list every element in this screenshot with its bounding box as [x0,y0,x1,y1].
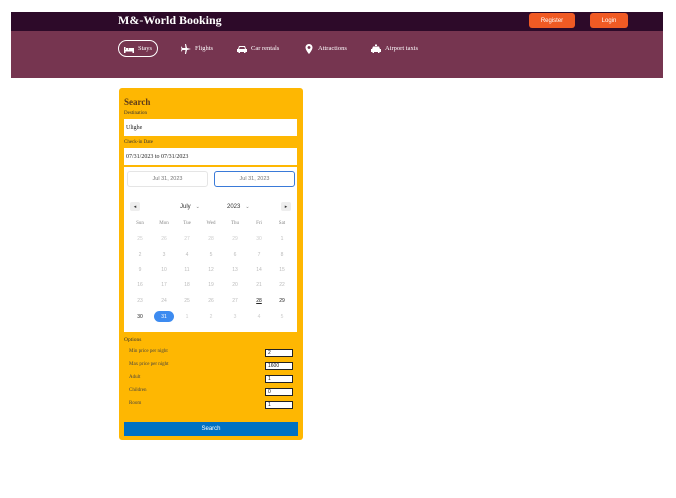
nav-item-label: Car rentals [251,45,280,52]
car-icon [237,45,247,53]
year-select[interactable]: 2023 ⌄ [227,202,250,211]
end-date-tab[interactable]: Jul 31, 2023 [214,171,295,187]
calendar-day[interactable]: 22 [272,279,292,290]
children-label: Children [129,388,147,393]
prev-month-button[interactable]: ◂ [130,202,140,211]
brand-logo[interactable]: M&-World Booking [118,13,222,28]
calendar-day[interactable]: 19 [201,279,221,290]
calendar-day[interactable]: 20 [225,279,245,290]
calendar-day[interactable]: 25 [177,295,197,306]
taxi-icon [371,44,381,53]
calendar-day[interactable]: 18 [177,279,197,290]
weekday-label: Fri [256,221,262,226]
start-date-tab[interactable]: Jul 31, 2023 [127,171,208,187]
calendar-day[interactable]: 7 [249,249,269,260]
calendar-day[interactable]: 15 [272,264,292,275]
adult-label: Adult [129,375,141,380]
top-bar: M&-World Booking Register Login [11,12,663,31]
login-button[interactable]: Login [590,13,628,28]
weekday-label: Sun [136,221,144,226]
nav-item-stays[interactable]: Stays [118,40,159,57]
calendar-day[interactable]: 9 [130,264,150,275]
calendar-day[interactable]: 11 [177,264,197,275]
calendar-day[interactable]: 29 [225,233,245,244]
chevron-down-icon: ⌄ [245,203,250,210]
children-input[interactable]: 0 [265,388,293,396]
chevron-down-icon: ⌄ [195,203,200,210]
room-label: Room [129,401,142,406]
register-button[interactable]: Register [529,13,575,28]
nav-item-label: Stays [138,45,153,52]
calendar-day[interactable]: 10 [154,264,174,275]
nav-item-airport-taxis[interactable]: Airport taxis [371,40,418,57]
calendar-day[interactable]: 26 [154,233,174,244]
weekday-label: Thu [230,221,240,226]
nav-item-label: Flights [195,45,214,52]
nav-item-car-rentals[interactable]: Car rentals [237,40,279,57]
calendar-day[interactable]: 27 [177,233,197,244]
min-price-input[interactable]: 2 [265,349,293,357]
calendar-day[interactable]: 4 [249,311,269,322]
calendar-day[interactable]: 26 [201,295,221,306]
min-price-label: Min price per night [129,349,168,354]
calendar-day[interactable]: 28 [249,295,269,306]
weekday-label: Sat [278,221,286,226]
calendar-day[interactable]: 24 [154,295,174,306]
destination-label: Destination [124,111,148,116]
calendar-day[interactable]: 23 [130,295,150,306]
destination-input[interactable]: Ulighe [124,119,297,136]
calendar-day[interactable]: 21 [249,279,269,290]
calendar-day[interactable]: 12 [201,264,221,275]
calendar-day[interactable]: 8 [272,249,292,260]
calendar-day[interactable]: 31 [154,311,174,322]
calendar-day[interactable]: 5 [272,311,292,322]
calendar-day[interactable]: 6 [225,249,245,260]
calendar-day[interactable]: 3 [154,249,174,260]
max-price-input[interactable]: 1600 [265,362,293,370]
search-panel: Search Destination Ulighe Check-in Date … [119,88,303,440]
nav-item-label: Airport taxis [385,45,419,52]
max-price-label: Max price per night [129,362,169,367]
calendar-day[interactable]: 13 [225,264,245,275]
calendar-day[interactable]: 30 [249,233,269,244]
calendar-day[interactable]: 1 [272,233,292,244]
weekday-label: Wed [206,221,216,226]
weekday-label: Tue [183,221,191,226]
pin-icon [305,43,313,54]
calendar-day[interactable]: 16 [130,279,150,290]
month-value: July [180,203,191,210]
options-title: Options [124,337,142,343]
calendar-day[interactable]: 1 [177,311,197,322]
year-value: 2023 [227,203,241,210]
date-picker: Jul 31, 2023 Jul 31, 2023 ◂ July ⌄ 2023 ⌄ … [124,167,297,332]
room-input[interactable]: 1 [265,401,293,409]
nav-item-attractions[interactable]: Attractions [304,40,347,57]
weekday-label: Mon [159,221,169,226]
search-button[interactable]: Search [124,422,298,436]
calendar-day[interactable]: 25 [130,233,150,244]
calendar-day[interactable]: 2 [201,311,221,322]
calendar-day[interactable]: 2 [130,249,150,260]
calendar-day[interactable]: 30 [130,311,150,322]
calendar-day[interactable]: 14 [249,264,269,275]
bed-icon [124,46,134,53]
month-select[interactable]: July ⌄ [180,202,200,211]
next-month-button[interactable]: ▸ [281,202,291,211]
search-title: Search [124,97,151,107]
plane-icon [181,43,191,54]
calendar-day[interactable]: 5 [201,249,221,260]
checkin-label: Check-in Date [124,140,154,145]
calendar-day[interactable]: 3 [225,311,245,322]
calendar-day[interactable]: 27 [225,295,245,306]
nav-item-label: Attractions [318,45,347,52]
adult-input[interactable]: 1 [265,375,293,383]
checkin-date-input[interactable]: 07/31/2023 to 07/31/2023 [124,148,297,165]
calendar-day[interactable]: 28 [201,233,221,244]
calendar-day[interactable]: 4 [177,249,197,260]
calendar-day[interactable]: 17 [154,279,174,290]
nav-item-flights[interactable]: Flights [181,40,213,57]
nav-bar: Stays Flights Car rentals Attractions Ai… [11,31,663,78]
calendar-day[interactable]: 29 [272,295,292,306]
